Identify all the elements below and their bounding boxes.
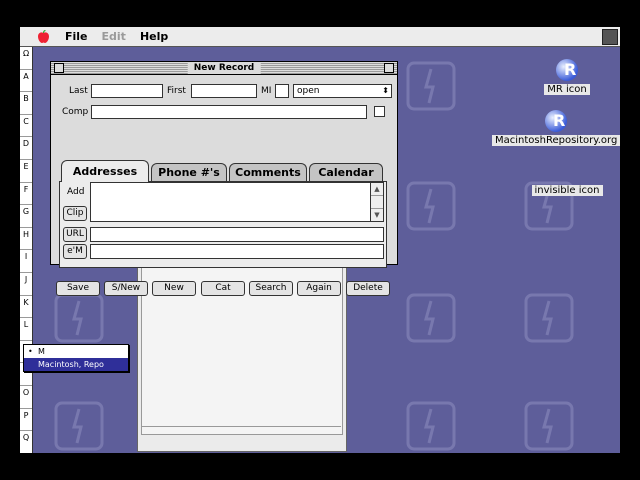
desktop-icon-macintoshrepository[interactable]: R MacintoshRepository.org — [492, 108, 620, 146]
new-button[interactable]: New — [152, 281, 196, 296]
cat-button[interactable]: Cat — [201, 281, 245, 296]
index-tab[interactable]: O — [20, 386, 32, 409]
close-box-icon[interactable] — [54, 63, 64, 73]
popup-menu-item-label: Macintosh, Repo — [38, 360, 104, 369]
desktop-pattern — [406, 181, 456, 231]
comp-label: Comp — [62, 107, 89, 117]
index-tab[interactable]: I — [20, 250, 32, 273]
status-popup[interactable]: open ⬍ — [293, 84, 392, 98]
last-name-field[interactable] — [91, 84, 163, 98]
index-tab[interactable]: B — [20, 92, 32, 115]
mr-logo-icon: R — [552, 57, 582, 83]
tab-comments[interactable]: Comments — [229, 163, 307, 181]
status-popup-value: open — [297, 86, 320, 96]
desktop-icon-label: MR icon — [544, 84, 590, 95]
mi-label: MI — [261, 86, 272, 96]
window-title: New Record — [187, 62, 261, 74]
add-label: Add — [67, 187, 85, 197]
tab-phones[interactable]: Phone #'s — [151, 163, 227, 181]
tab-bar: Addresses Phone #'s Comments Calendar — [59, 160, 387, 182]
index-tab[interactable]: P — [20, 409, 32, 432]
address-scrollbar[interactable]: ▲ ▼ — [370, 183, 383, 221]
index-tab[interactable]: C — [20, 115, 32, 138]
window-title-bar[interactable]: New Record — [51, 62, 397, 75]
first-name-field[interactable] — [191, 84, 257, 98]
company-checkbox[interactable] — [374, 106, 385, 117]
save-button[interactable]: Save — [56, 281, 100, 296]
desktop-pattern — [406, 293, 456, 343]
popup-menu-item[interactable]: • M — [24, 345, 128, 358]
desktop-pattern — [406, 401, 456, 451]
apple-menu-icon[interactable] — [36, 29, 50, 44]
mr-logo-icon: R — [541, 108, 571, 134]
popup-menu-item-label: M — [38, 347, 45, 356]
email-button[interactable]: e'M — [63, 244, 87, 259]
search-button[interactable]: Search — [249, 281, 293, 296]
desktop-pattern — [524, 401, 574, 451]
desktop-icon-label: MacintoshRepository.org — [492, 135, 620, 146]
scroll-up-icon[interactable]: ▲ — [371, 183, 383, 196]
popup-menu-item-selected[interactable]: Macintosh, Repo — [24, 358, 128, 371]
tab-addresses[interactable]: Addresses — [61, 160, 149, 182]
index-tab[interactable]: E — [20, 160, 32, 183]
email-field[interactable] — [90, 244, 384, 259]
application-menu-icon[interactable] — [602, 29, 618, 45]
menu-help[interactable]: Help — [133, 30, 175, 43]
clip-button[interactable]: Clip — [63, 206, 87, 221]
index-tab[interactable]: G — [20, 205, 32, 228]
zoom-box-icon[interactable] — [384, 63, 394, 73]
new-record-window: New Record Last First MI open ⬍ Comp Add… — [50, 61, 398, 296]
index-tab[interactable]: Q — [20, 431, 32, 453]
last-label: Last — [69, 86, 88, 96]
menu-file[interactable]: File — [58, 30, 95, 43]
url-button[interactable]: URL — [63, 227, 87, 242]
index-tab[interactable]: A — [20, 70, 32, 93]
company-field[interactable] — [91, 105, 367, 119]
desktop-pattern — [406, 61, 456, 111]
index-tab[interactable]: Ω — [20, 47, 32, 70]
desktop-icon-label: invisible icon — [531, 185, 603, 196]
first-label: First — [167, 86, 186, 96]
index-tab[interactable]: H — [20, 228, 32, 251]
desktop-icon-invisible[interactable]: invisible icon — [522, 184, 612, 196]
popup-arrows-icon: ⬍ — [382, 86, 389, 95]
index-popup-menu: • M Macintosh, Repo — [23, 344, 129, 372]
scroll-down-icon[interactable]: ▼ — [371, 208, 383, 221]
desktop-pattern — [524, 293, 574, 343]
save-new-button[interactable]: S/New — [104, 281, 148, 296]
desktop-pattern — [54, 293, 104, 343]
url-field[interactable] — [90, 227, 384, 242]
menu-bar: File Edit Help — [20, 27, 620, 47]
delete-button[interactable]: Delete — [346, 281, 390, 296]
desktop-pattern — [54, 401, 104, 451]
index-tab[interactable]: F — [20, 183, 32, 206]
menu-edit[interactable]: Edit — [95, 30, 133, 43]
index-tab[interactable]: J — [20, 273, 32, 296]
again-button[interactable]: Again — [297, 281, 341, 296]
index-tab[interactable]: K — [20, 296, 32, 319]
index-tab[interactable]: L — [20, 318, 32, 341]
index-tab[interactable]: D — [20, 137, 32, 160]
address-textarea[interactable]: ▲ ▼ — [90, 182, 384, 222]
index-tab-strip: ΩABCDEFGHIJKLMNOPQ — [20, 47, 33, 453]
desktop-icon-mr[interactable]: R MR icon — [532, 57, 602, 95]
checkmark-bullet-icon: • — [28, 347, 33, 356]
desktop: File Edit Help ΩABCDEFGHIJKLMNOPQ R MR i… — [20, 27, 620, 453]
tab-calendar[interactable]: Calendar — [309, 163, 383, 181]
addresses-panel: Add ▲ ▼ Clip URL e'M — [59, 181, 387, 268]
middle-initial-field[interactable] — [275, 84, 289, 98]
